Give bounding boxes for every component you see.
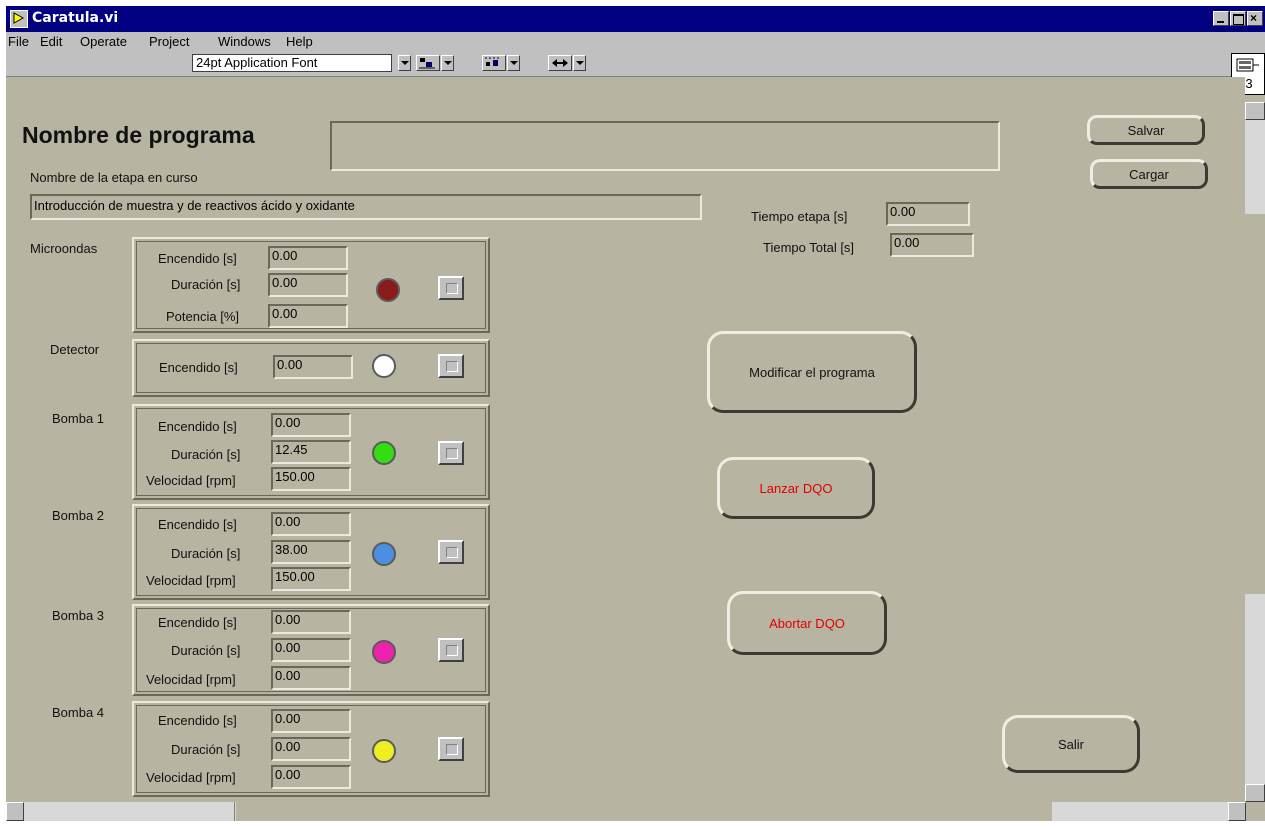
lanzar-dqo-button[interactable]: Lanzar DQO bbox=[717, 457, 875, 519]
bomba3-duracion-field[interactable]: 0.00 bbox=[271, 638, 351, 662]
bomba2-toggle-button[interactable] bbox=[438, 540, 464, 564]
menu-file[interactable]: File bbox=[8, 34, 29, 49]
window-title: Caratula.vi bbox=[32, 10, 119, 26]
tiempo-etapa-label: Tiempo etapa [s] bbox=[751, 209, 848, 224]
bomba4-led-indicator bbox=[372, 739, 396, 763]
app-window: Caratula.vi × File Edit Operate Project … bbox=[6, 6, 1265, 821]
reorder-dropdown-arrow[interactable] bbox=[573, 55, 586, 71]
bomba2-label: Bomba 2 bbox=[52, 508, 105, 523]
distribute-dropdown-arrow[interactable] bbox=[507, 55, 520, 71]
bomba4-velocidad-field[interactable]: 0.00 bbox=[271, 765, 351, 789]
minimize-button[interactable] bbox=[1213, 11, 1229, 26]
align-dropdown-arrow[interactable] bbox=[441, 55, 454, 71]
scroll-left-arrow-icon[interactable] bbox=[6, 802, 24, 821]
menu-help[interactable]: Help bbox=[286, 34, 313, 49]
bomba4-duracion-label: Duración [s] bbox=[171, 742, 241, 757]
bomba2-encendido-field[interactable]: 0.00 bbox=[271, 512, 351, 536]
tiempo-total-field: 0.00 bbox=[890, 233, 974, 257]
scroll-down-arrow-icon[interactable] bbox=[1245, 784, 1265, 802]
microondas-potencia-field[interactable]: 0.00 bbox=[268, 304, 348, 328]
microondas-duracion-label: Duración [s] bbox=[171, 277, 241, 292]
font-selector[interactable]: 24pt Application Font bbox=[192, 54, 392, 72]
bomba2-velocidad-label: Velocidad [rpm] bbox=[146, 573, 236, 588]
vertical-scroll-thumb[interactable] bbox=[1245, 214, 1265, 594]
bomba1-led-indicator bbox=[372, 441, 396, 465]
bomba3-velocidad-label: Velocidad [rpm] bbox=[146, 672, 236, 687]
bomba2-encendido-label: Encendido [s] bbox=[158, 517, 237, 532]
modificar-programa-button[interactable]: Modificar el programa bbox=[707, 331, 917, 413]
bomba1-encendido-label: Encendido [s] bbox=[158, 419, 237, 434]
bomba1-velocidad-label: Velocidad [rpm] bbox=[146, 473, 236, 488]
tiempo-total-label: Tiempo Total [s] bbox=[763, 240, 855, 255]
bomba1-duracion-field[interactable]: 12.45 bbox=[271, 440, 351, 464]
bomba2-led-indicator bbox=[372, 542, 396, 566]
salvar-button[interactable]: Salvar bbox=[1087, 115, 1205, 145]
horizontal-scrollbar[interactable] bbox=[6, 802, 1246, 821]
font-dropdown-arrow[interactable] bbox=[398, 55, 411, 71]
bomba3-encendido-field[interactable]: 0.00 bbox=[271, 610, 351, 634]
microondas-encendido-label: Encendido [s] bbox=[158, 251, 237, 266]
bomba1-duracion-label: Duración [s] bbox=[171, 447, 241, 462]
bomba4-toggle-button[interactable] bbox=[438, 737, 464, 761]
bomba3-encendido-label: Encendido [s] bbox=[158, 615, 237, 630]
toolbar: 24pt Application Font bbox=[6, 51, 1265, 77]
detector-led-indicator bbox=[372, 354, 396, 378]
scroll-up-arrow-icon[interactable] bbox=[1245, 102, 1265, 120]
bomba2-duracion-label: Duración [s] bbox=[171, 546, 241, 561]
scroll-right-arrow-icon[interactable] bbox=[1228, 802, 1246, 821]
horizontal-scroll-track[interactable] bbox=[236, 802, 1052, 821]
tiempo-etapa-field: 0.00 bbox=[886, 202, 970, 226]
menu-project[interactable]: Project bbox=[149, 34, 189, 49]
microondas-duracion-field[interactable]: 0.00 bbox=[268, 273, 348, 297]
stage-label: Nombre de la etapa en curso bbox=[30, 170, 198, 185]
program-title: Nombre de programa bbox=[22, 122, 255, 148]
bomba1-encendido-field[interactable]: 0.00 bbox=[271, 413, 351, 437]
title-bar: Caratula.vi × bbox=[6, 6, 1265, 32]
bomba4-velocidad-label: Velocidad [rpm] bbox=[146, 770, 236, 785]
bomba2-duracion-field[interactable]: 38.00 bbox=[271, 540, 351, 564]
bomba3-toggle-button[interactable] bbox=[438, 638, 464, 662]
bomba1-label: Bomba 1 bbox=[52, 411, 105, 426]
microondas-label: Microondas bbox=[30, 241, 98, 256]
front-panel: Nombre de programa Nombre de la etapa en… bbox=[6, 77, 1245, 802]
bomba4-encendido-field[interactable]: 0.00 bbox=[271, 709, 351, 733]
bomba4-encendido-label: Encendido [s] bbox=[158, 713, 237, 728]
detector-toggle-button[interactable] bbox=[438, 354, 464, 378]
close-button[interactable]: × bbox=[1247, 11, 1263, 26]
bomba4-label: Bomba 4 bbox=[52, 705, 105, 720]
stage-name-field: Introducción de muestra y de reactivos á… bbox=[30, 194, 702, 220]
bomba3-duracion-label: Duración [s] bbox=[171, 643, 241, 658]
bomba3-led-indicator bbox=[372, 640, 396, 664]
microondas-led-indicator bbox=[376, 278, 400, 302]
menu-windows[interactable]: Windows bbox=[218, 34, 271, 49]
program-name-field[interactable] bbox=[330, 121, 1000, 171]
microondas-encendido-field[interactable]: 0.00 bbox=[268, 246, 348, 270]
detector-encendido-field[interactable]: 0.00 bbox=[273, 355, 353, 379]
bomba3-velocidad-field[interactable]: 0.00 bbox=[271, 666, 351, 690]
distribute-objects-icon[interactable] bbox=[482, 55, 506, 71]
detector-label: Detector bbox=[50, 342, 100, 357]
abortar-dqo-button[interactable]: Abortar DQO bbox=[727, 591, 887, 655]
menu-operate[interactable]: Operate bbox=[80, 34, 127, 49]
labview-vi-icon bbox=[10, 10, 28, 28]
menu-edit[interactable]: Edit bbox=[40, 34, 62, 49]
bomba3-label: Bomba 3 bbox=[52, 608, 105, 623]
menu-bar: File Edit Operate Project Windows Help bbox=[6, 32, 1265, 51]
salir-button[interactable]: Salir bbox=[1002, 715, 1140, 773]
bomba1-toggle-button[interactable] bbox=[438, 441, 464, 465]
vertical-scrollbar[interactable] bbox=[1245, 102, 1265, 802]
align-objects-icon[interactable] bbox=[416, 55, 440, 71]
detector-encendido-label: Encendido [s] bbox=[159, 360, 238, 375]
reorder-objects-icon[interactable] bbox=[548, 55, 572, 71]
cargar-button[interactable]: Cargar bbox=[1090, 159, 1208, 189]
microondas-toggle-button[interactable] bbox=[438, 276, 464, 300]
bomba1-velocidad-field[interactable]: 150.00 bbox=[271, 467, 351, 491]
maximize-button[interactable] bbox=[1230, 11, 1246, 26]
microondas-potencia-label: Potencia [%] bbox=[166, 309, 239, 324]
bomba2-velocidad-field[interactable]: 150.00 bbox=[271, 567, 351, 591]
bomba4-duracion-field[interactable]: 0.00 bbox=[271, 737, 351, 761]
horizontal-scroll-thumb[interactable] bbox=[38, 802, 235, 821]
